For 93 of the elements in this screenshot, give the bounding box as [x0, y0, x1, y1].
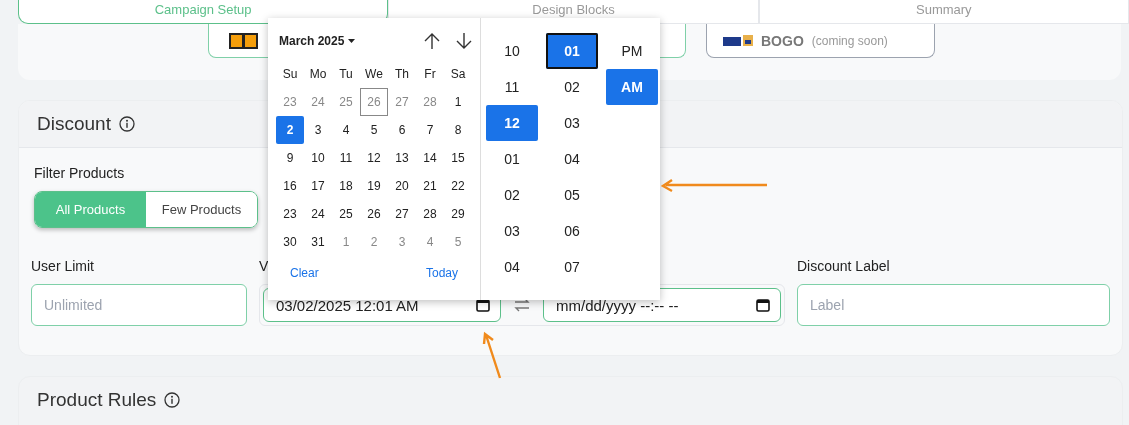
calendar-day[interactable]: 16 — [276, 172, 304, 200]
calendar-day[interactable]: 10 — [304, 144, 332, 172]
calendar-day[interactable]: 4 — [416, 228, 444, 256]
minute-option[interactable]: 01 — [546, 33, 598, 69]
field-label: Filter Products — [34, 165, 125, 181]
tag-icon — [723, 33, 753, 48]
hour-option[interactable]: 04 — [486, 249, 538, 285]
calendar-day[interactable]: 23 — [276, 88, 304, 116]
minute-option[interactable]: 06 — [546, 213, 598, 249]
annotation-arrow — [482, 331, 504, 379]
calendar-day[interactable]: 17 — [304, 172, 332, 200]
boxes-icon — [229, 32, 259, 49]
minute-option[interactable]: 07 — [546, 249, 598, 285]
calendar-day[interactable]: 26 — [360, 88, 388, 116]
calendar-day[interactable]: 1 — [444, 88, 472, 116]
calendar-day[interactable]: 5 — [360, 116, 388, 144]
meridiem-option[interactable]: AM — [606, 69, 658, 105]
weekday-label: Th — [394, 66, 410, 83]
input-field[interactable]: Unlimited — [31, 284, 247, 326]
calendar-day[interactable]: 28 — [416, 200, 444, 228]
info-icon — [164, 392, 181, 408]
hour-option[interactable]: 11 — [486, 69, 538, 105]
calendar-day[interactable]: 18 — [332, 172, 360, 200]
calendar-day[interactable]: 3 — [304, 116, 332, 144]
field-value: 03/02/2025 12:01 AM — [276, 296, 419, 314]
calendar-day[interactable]: 13 — [388, 144, 416, 172]
weekday-label: Mo — [308, 66, 328, 83]
calendar-day[interactable]: 2 — [276, 116, 304, 144]
arrow-down-icon[interactable] — [456, 32, 472, 50]
info-icon — [118, 116, 135, 132]
calendar-day[interactable]: 4 — [332, 116, 360, 144]
weekday-label: Sa — [449, 66, 467, 83]
hour-option[interactable]: 10 — [486, 33, 538, 69]
section-title: Discount — [37, 113, 111, 135]
field-value: mm/dd/yyyy --:-- -- — [556, 296, 679, 314]
calendar-day[interactable]: 1 — [332, 228, 360, 256]
weekday-label: Su — [281, 66, 299, 83]
weekday-label: Tu — [338, 66, 354, 83]
calendar-day[interactable]: 24 — [304, 88, 332, 116]
swap-icon — [513, 297, 531, 313]
meridiem-option[interactable]: PM — [606, 33, 658, 69]
option-note: (coming soon) — [811, 33, 888, 48]
calendar-day[interactable]: 8 — [444, 116, 472, 144]
calendar-day[interactable]: 26 — [360, 200, 388, 228]
caret-icon — [348, 39, 356, 43]
calendar-day[interactable]: 6 — [388, 116, 416, 144]
calendar-day[interactable]: 11 — [332, 144, 360, 172]
calendar-day[interactable]: 24 — [304, 200, 332, 228]
minute-option[interactable]: 03 — [546, 105, 598, 141]
discount-type-option[interactable]: BOGO (coming soon) — [706, 24, 935, 58]
hour-option[interactable]: 12 — [486, 105, 538, 141]
section-title: Product Rules — [37, 389, 157, 411]
calendar-day[interactable]: 30 — [276, 228, 304, 256]
calendar-icon[interactable] — [476, 298, 490, 312]
clear-link[interactable]: Clear — [290, 266, 319, 280]
calendar-day[interactable]: 15 — [444, 144, 472, 172]
calendar-day[interactable]: 2 — [360, 228, 388, 256]
weekday-label: We — [364, 66, 384, 83]
calendar-day[interactable]: 21 — [416, 172, 444, 200]
calendar-day[interactable]: 20 — [388, 172, 416, 200]
calendar-day[interactable]: 3 — [388, 228, 416, 256]
calendar-day[interactable]: 14 — [416, 144, 444, 172]
today-link[interactable]: Today — [425, 266, 458, 280]
input-field[interactable]: Label — [797, 284, 1110, 326]
minute-option[interactable]: 04 — [546, 141, 598, 177]
field-label: Discount Label — [797, 258, 890, 274]
calendar-day[interactable]: 19 — [360, 172, 388, 200]
calendar-icon[interactable] — [756, 298, 770, 312]
field-label: V — [259, 258, 269, 274]
calendar-day[interactable]: 27 — [388, 200, 416, 228]
calendar-day[interactable]: 7 — [416, 116, 444, 144]
calendar-day[interactable]: 28 — [416, 88, 444, 116]
calendar-day[interactable]: 25 — [332, 200, 360, 228]
calendar-day[interactable]: 31 — [304, 228, 332, 256]
field-label: User Limit — [31, 258, 94, 274]
calendar-day[interactable]: 27 — [388, 88, 416, 116]
calendar-day[interactable]: 12 — [360, 144, 388, 172]
calendar-day[interactable]: 9 — [276, 144, 304, 172]
calendar-day[interactable]: 25 — [332, 88, 360, 116]
hour-option[interactable]: 03 — [486, 213, 538, 249]
minute-option[interactable]: 02 — [546, 69, 598, 105]
calendar-day[interactable]: 22 — [444, 172, 472, 200]
minute-option[interactable]: 05 — [546, 177, 598, 213]
weekday-label: Fr — [423, 66, 437, 83]
filter-option[interactable]: Few Products — [146, 192, 257, 227]
calendar-day[interactable]: 29 — [444, 200, 472, 228]
hour-option[interactable]: 02 — [486, 177, 538, 213]
arrow-up-icon[interactable] — [424, 32, 440, 50]
calendar-day[interactable]: 23 — [276, 200, 304, 228]
hour-option[interactable]: 01 — [486, 141, 538, 177]
month-dropdown[interactable]: March 2025 — [279, 34, 356, 48]
option-label: BOGO — [761, 32, 804, 49]
calendar-day[interactable]: 5 — [444, 228, 472, 256]
